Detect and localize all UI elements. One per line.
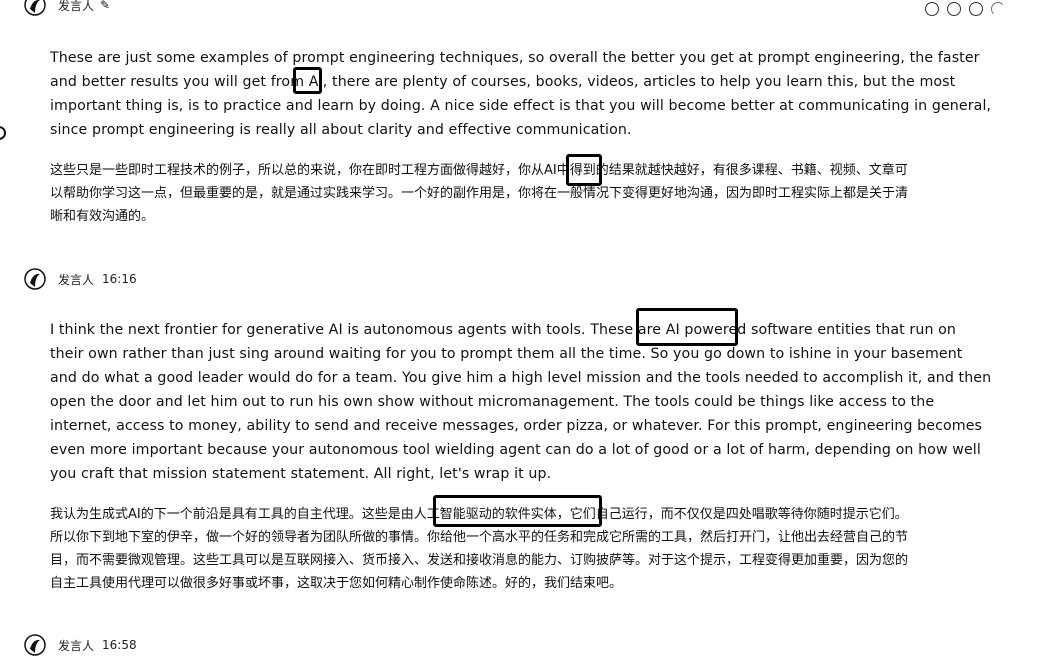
status-ring-icon [991, 2, 1005, 16]
transcript-line: 目，而不需要微观管理。这些工具可以是互联网接入、货币接入、发送和接收消息的能力、… [50, 553, 909, 568]
transcript-line: their own rather than just sing around w… [50, 346, 963, 362]
speaker-header-2: 发言人 16:16 [24, 268, 137, 290]
transcript-line: 所以你下到地下室的伊辛，做一个好的领导者为团队所做的事情。你给他一个高水平的任务… [50, 530, 909, 545]
transcript-paragraph-en-1: These are just some examples of prompt e… [50, 46, 991, 142]
speaker-name: 发言人 [58, 272, 95, 287]
speaker-header-1: 发言人 ✎ [24, 0, 110, 16]
transcript-line: 我认为生成式AI的下一个前沿是具有工具的自主代理。这些是由人工智能驱动的软件实体… [50, 507, 908, 522]
avatar-icon [24, 0, 46, 16]
transcript-line: since prompt engineering is really all a… [50, 122, 632, 138]
transcript-paragraph-en-2: I think the next frontier for generative… [50, 318, 991, 486]
transcript-line: important thing is, is to practice and l… [50, 98, 992, 114]
transcript-line: I think the next frontier for generative… [50, 322, 957, 338]
transcript-paragraph-zh-1: 这些只是一些即时工程技术的例子，所以总的来说，你在即时工程方面做得越好，你从AI… [50, 159, 908, 228]
transcript-paragraph-zh-2: 我认为生成式AI的下一个前沿是具有工具的自主代理。这些是由人工智能驱动的软件实体… [50, 503, 908, 595]
transcript-line: you craft that mission statement stateme… [50, 466, 552, 482]
transcript-line: 晰和有效沟通的。 [50, 209, 155, 224]
transcript-line: open the door and let him out to run his… [50, 394, 935, 410]
playback-marker-icon[interactable] [0, 126, 6, 140]
transcript-line: and do what a good leader would do for a… [50, 370, 992, 386]
speaker-name: 发言人 [58, 638, 95, 653]
transcript-line: 这些只是一些即时工程技术的例子，所以总的来说，你在即时工程方面做得越好，你从AI… [50, 163, 908, 178]
transcript-line: and better results you will get from AI,… [50, 74, 956, 90]
status-ring-icon [925, 2, 939, 16]
speaker-header-3: 发言人 16:58 [24, 634, 137, 656]
top-status-icons [925, 2, 1005, 16]
transcript-line: These are just some examples of prompt e… [50, 50, 980, 66]
avatar-icon [24, 634, 46, 656]
transcript-line: 以帮助你学习这一点，但最重要的是，就是通过实践来学习。一个好的副作用是，你将在一… [50, 186, 909, 201]
speaker-name: 发言人 [58, 0, 95, 13]
status-ring-icon [947, 2, 961, 16]
edit-icon[interactable]: ✎ [100, 0, 110, 12]
transcript-line: internet, access to money, ability to se… [50, 418, 983, 434]
avatar-icon [24, 268, 46, 290]
speaker-timestamp[interactable]: 16:16 [102, 272, 137, 286]
transcript-line: 自主工具使用代理可以做很多好事或坏事，这取决于您如何精心制作使命陈述。好的，我们… [50, 576, 623, 591]
speaker-timestamp[interactable]: 16:58 [102, 638, 137, 652]
status-ring-icon [969, 2, 983, 16]
transcript-line: even more important because your autonom… [50, 442, 981, 458]
